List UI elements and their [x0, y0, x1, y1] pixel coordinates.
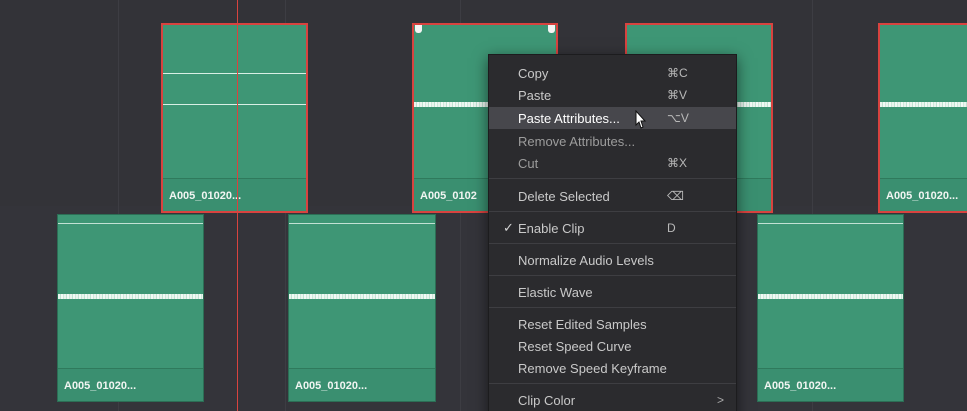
menu-item-remove-attributes[interactable]: Remove Attributes...	[489, 130, 736, 152]
delete-key-icon: ⌫	[667, 189, 684, 203]
menu-item-label: Reset Speed Curve	[518, 339, 632, 354]
timeline-clip[interactable]: A005_01020...	[757, 214, 904, 402]
timeline-viewport[interactable]: A005_01020... A005_0102 A005_01020... A0…	[0, 0, 967, 411]
menu-item-label: Clip Color	[518, 393, 576, 408]
menu-item-cut[interactable]: Cut ⌘X	[489, 152, 736, 174]
menu-separator	[489, 383, 736, 384]
menu-item-normalize-audio-levels[interactable]: Normalize Audio Levels	[489, 249, 736, 271]
menu-item-paste[interactable]: Paste ⌘V	[489, 84, 736, 106]
menu-item-label: Normalize Audio Levels	[518, 253, 654, 268]
audio-waveform	[758, 294, 903, 299]
timeline-clip[interactable]: A005_01020...	[57, 214, 204, 402]
pointer-cursor-icon	[635, 110, 647, 129]
menu-item-label: Enable Clip	[518, 221, 585, 236]
menu-item-reset-edited-samples[interactable]: Reset Edited Samples	[489, 313, 736, 335]
playhead[interactable]	[237, 0, 238, 411]
menu-separator	[489, 307, 736, 308]
menu-separator	[489, 211, 736, 212]
audio-waveform	[58, 294, 203, 299]
audio-line	[163, 73, 306, 74]
menu-separator	[489, 178, 736, 179]
trim-handle-right[interactable]	[548, 25, 555, 33]
timeline-clip[interactable]: A005_01020...	[878, 23, 967, 213]
audio-waveform	[289, 294, 435, 299]
menu-item-shortcut: D	[667, 221, 676, 235]
menu-item-copy[interactable]: Copy ⌘C	[489, 62, 736, 84]
menu-item-shortcut: ⌘C	[667, 66, 688, 80]
checkmark-icon: ✓	[503, 220, 514, 235]
menu-item-label: Reset Edited Samples	[518, 317, 647, 332]
audio-line	[758, 223, 903, 224]
menu-item-clip-color[interactable]: Clip Color >	[489, 389, 736, 411]
menu-item-label: Delete Selected	[518, 189, 610, 204]
menu-item-label: Remove Attributes...	[518, 134, 636, 149]
menu-item-shortcut: ⌘V	[667, 88, 688, 102]
menu-item-reset-speed-curve[interactable]: Reset Speed Curve	[489, 335, 736, 357]
context-menu: Copy ⌘C Paste ⌘V Paste Attributes... ⌥V …	[488, 54, 737, 411]
menu-separator	[489, 243, 736, 244]
menu-item-label: Cut	[518, 156, 539, 171]
menu-item-shortcut: ⌘X	[667, 156, 688, 170]
timeline-clip[interactable]: A005_01020...	[288, 214, 436, 402]
audio-line	[289, 223, 435, 224]
menu-item-delete-selected[interactable]: Delete Selected ⌫	[489, 185, 736, 207]
audio-line	[163, 104, 306, 105]
clip-name: A005_0102	[420, 190, 477, 202]
menu-item-shortcut: ⌥V	[667, 111, 689, 125]
clip-name: A005_01020...	[886, 190, 959, 202]
clip-name: A005_01020...	[764, 380, 837, 392]
menu-item-enable-clip[interactable]: ✓ Enable Clip D	[489, 217, 736, 239]
menu-item-label: Elastic Wave	[518, 285, 593, 300]
audio-waveform	[880, 102, 967, 107]
menu-item-label: Paste Attributes...	[518, 111, 620, 126]
clip-name: A005_01020...	[169, 190, 242, 202]
audio-line	[58, 223, 203, 224]
menu-item-label: Copy	[518, 66, 549, 81]
menu-item-label: Remove Speed Keyframe	[518, 361, 667, 376]
clip-name: A005_01020...	[64, 380, 137, 392]
menu-item-remove-speed-keyframe[interactable]: Remove Speed Keyframe	[489, 357, 736, 379]
chevron-right-icon: >	[717, 393, 725, 407]
clip-name: A005_01020...	[295, 380, 368, 392]
menu-item-elastic-wave[interactable]: Elastic Wave	[489, 281, 736, 303]
trim-handle-left[interactable]	[415, 25, 422, 33]
menu-item-paste-attributes[interactable]: Paste Attributes... ⌥V	[489, 107, 736, 129]
menu-separator	[489, 275, 736, 276]
menu-item-label: Paste	[518, 88, 552, 103]
timeline-clip[interactable]: A005_01020...	[161, 23, 308, 213]
